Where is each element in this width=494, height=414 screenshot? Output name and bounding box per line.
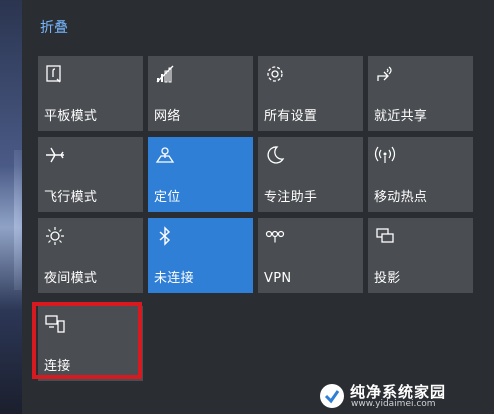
brightness-icon xyxy=(46,227,64,245)
tile-label: 网络 xyxy=(154,109,181,124)
tile-label: 专注助手 xyxy=(264,190,318,205)
project-icon xyxy=(376,228,394,243)
tile-label: 就近共享 xyxy=(374,109,428,124)
location-icon xyxy=(155,147,175,163)
tile-label: 飞行模式 xyxy=(44,190,98,205)
airplane-icon xyxy=(46,147,64,163)
tile-network[interactable]: 网络 xyxy=(148,56,253,131)
tile-label: 移动热点 xyxy=(374,190,428,205)
tile-label: VPN xyxy=(264,271,292,286)
nearby-share-icon xyxy=(377,66,392,81)
watermark-logo-icon xyxy=(320,384,344,408)
tile-airplane-mode[interactable]: 飞行模式 xyxy=(38,137,143,212)
tile-all-settings[interactable]: 所有设置 xyxy=(258,56,363,131)
moon-icon xyxy=(267,146,285,164)
gear-icon xyxy=(267,66,283,82)
desktop-wallpaper-edge xyxy=(0,0,30,414)
tile-mobile-hotspot[interactable]: 移动热点 xyxy=(368,137,473,212)
highlight-box xyxy=(32,302,142,379)
vpn-icon xyxy=(265,230,285,243)
watermark: 纯净系统家园 www.yidaimei.com xyxy=(318,380,488,410)
hotspot-icon xyxy=(374,146,396,163)
tile-label: 定位 xyxy=(154,190,181,205)
tile-location[interactable]: 定位 xyxy=(148,137,253,212)
tablet-mode-icon xyxy=(46,65,61,83)
tile-label: 夜间模式 xyxy=(44,271,98,286)
tile-night-light[interactable]: 夜间模式 xyxy=(38,218,143,293)
tile-label: 所有设置 xyxy=(264,109,318,124)
tile-nearby-share[interactable]: 就近共享 xyxy=(368,56,473,131)
tile-label: 平板模式 xyxy=(44,109,98,124)
tile-label: 未连接 xyxy=(154,271,194,286)
bluetooth-icon xyxy=(159,226,171,246)
tile-vpn[interactable]: VPN xyxy=(258,218,363,293)
tile-tablet-mode[interactable]: 平板模式 xyxy=(38,56,143,131)
network-icon xyxy=(156,65,174,83)
watermark-url: www.yidaimei.com xyxy=(351,399,436,409)
tile-project[interactable]: 投影 xyxy=(368,218,473,293)
tile-label: 投影 xyxy=(374,271,401,286)
collapse-link[interactable]: 折叠 xyxy=(40,17,68,37)
tile-bluetooth[interactable]: 未连接 xyxy=(148,218,253,293)
tile-focus-assist[interactable]: 专注助手 xyxy=(258,137,363,212)
